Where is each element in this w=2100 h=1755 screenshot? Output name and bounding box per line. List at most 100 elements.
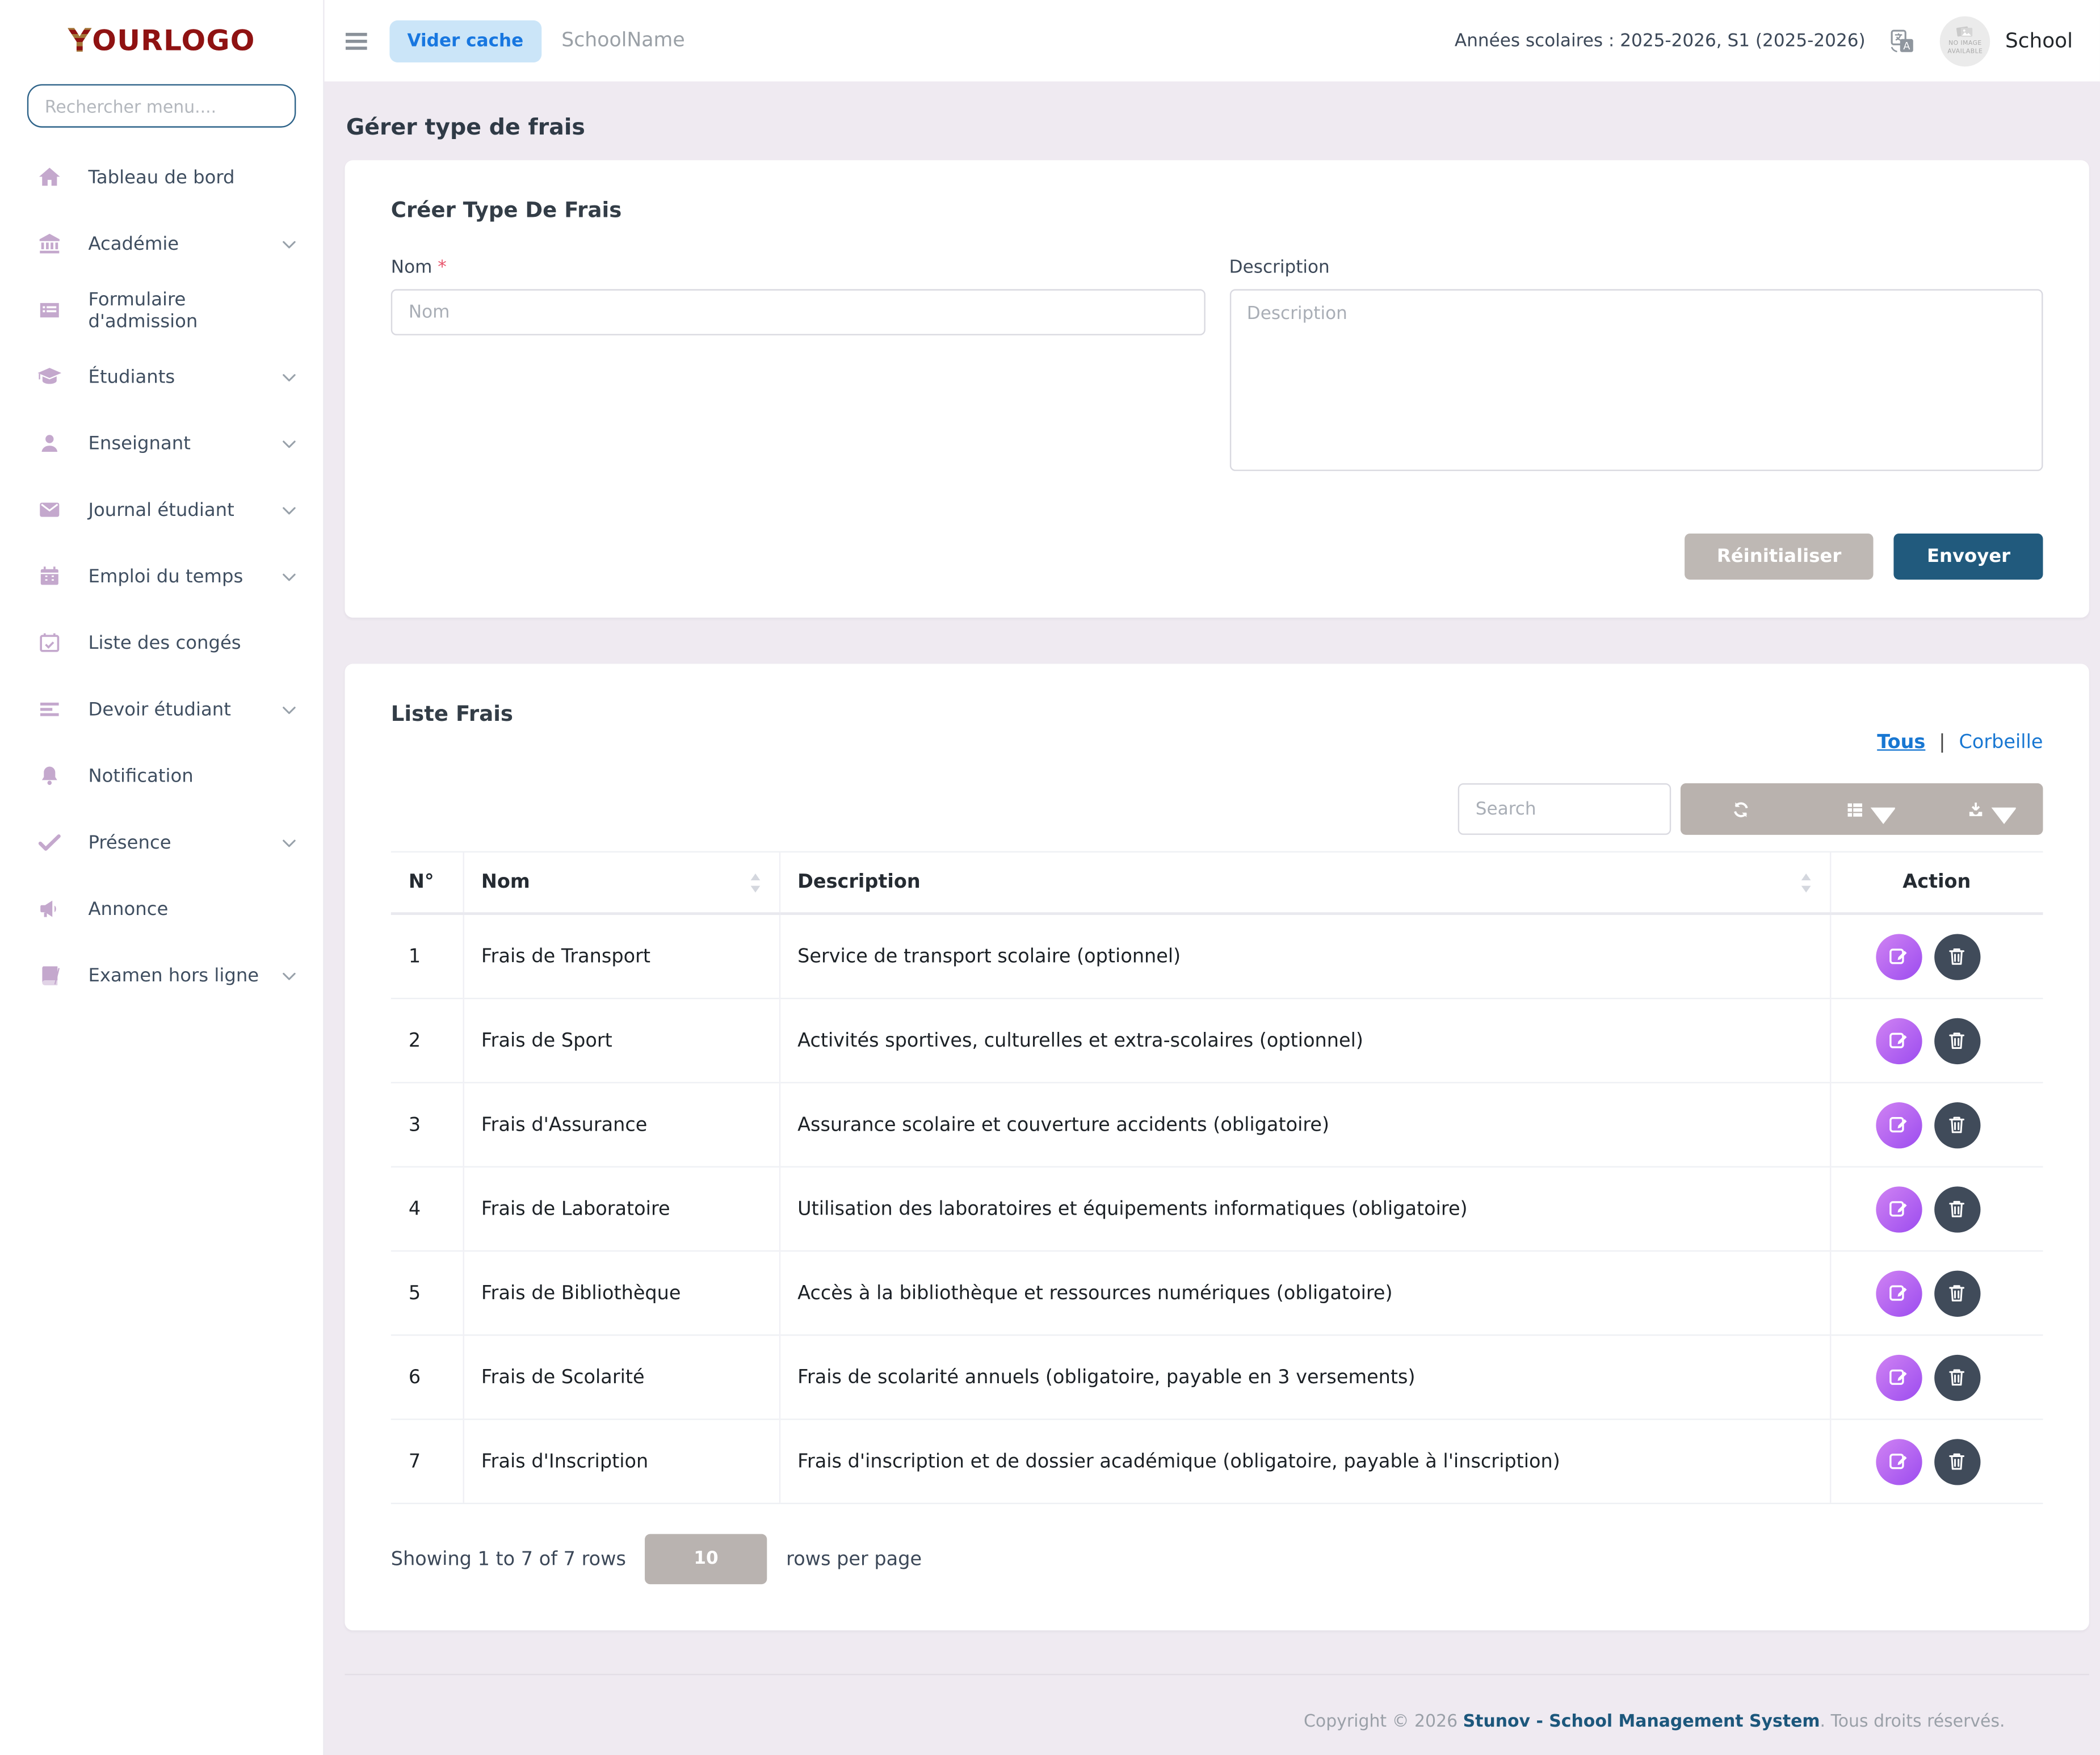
chevron-down-icon — [280, 500, 299, 519]
chevron-down-icon — [280, 700, 299, 719]
table-row: 1Frais de TransportService de transport … — [391, 914, 2043, 998]
column-header-nom[interactable]: Nom — [463, 852, 779, 914]
edit-icon — [1887, 1366, 1910, 1389]
trash-icon — [1945, 1113, 1968, 1136]
row-name: Frais d'Inscription — [463, 1420, 779, 1504]
row-number: 3 — [391, 1082, 463, 1166]
sidebar-item-label: Académie — [88, 233, 179, 254]
envelope-icon — [37, 497, 62, 522]
refresh-icon — [1731, 799, 1751, 820]
delete-button[interactable] — [1934, 1186, 1980, 1232]
table-row: 4Frais de LaboratoireUtilisation des lab… — [391, 1167, 2043, 1251]
name-input[interactable] — [391, 289, 1205, 335]
table-search-input[interactable] — [1458, 783, 1671, 835]
edit-button[interactable] — [1875, 1354, 1921, 1400]
columns-button[interactable] — [1801, 783, 1922, 835]
sidebar-item-devoir-etudiant[interactable]: Devoir étudiant — [0, 676, 323, 742]
refresh-button[interactable] — [1681, 783, 1801, 835]
sidebar-item-annonce[interactable]: Annonce — [0, 876, 323, 942]
submit-button[interactable]: Envoyer — [1895, 534, 2043, 580]
edit-button[interactable] — [1875, 933, 1921, 979]
rows-per-page-select[interactable]: 10 — [645, 1534, 767, 1584]
avatar[interactable]: NO IMAGE AVAILABLE — [1940, 16, 1990, 66]
graduation-cap-icon — [37, 364, 62, 389]
chevron-down-icon — [280, 367, 299, 386]
table-header-row: N° Nom Description Action — [391, 852, 2043, 914]
profile-label[interactable]: School — [2005, 28, 2073, 53]
copyright-text: Copyright © 2026 — [1304, 1711, 1463, 1731]
caret-down-icon — [1870, 804, 1880, 814]
hamburger-icon[interactable] — [342, 27, 371, 55]
sidebar-item-tableau-de-bord[interactable]: Tableau de bord — [0, 144, 323, 211]
sidebar-item-journal-etudiant[interactable]: Journal étudiant — [0, 476, 323, 543]
table-row: 6Frais de ScolaritéFrais de scolarité an… — [391, 1335, 2043, 1419]
row-description: Activités sportives, culturelles et extr… — [779, 998, 1830, 1082]
bell-icon — [37, 763, 62, 788]
column-header-description[interactable]: Description — [779, 852, 1830, 914]
logo-y-mark: Y — [68, 22, 93, 60]
delete-button[interactable] — [1934, 1018, 1980, 1064]
delete-button[interactable] — [1934, 1102, 1980, 1148]
sidebar: YOURLOGO Tableau de bord Académie Formulai… — [0, 0, 323, 1755]
edit-button[interactable] — [1875, 1270, 1921, 1316]
row-number: 4 — [391, 1167, 463, 1251]
row-name: Frais de Sport — [463, 998, 779, 1082]
filter-trash-link[interactable]: Corbeille — [1959, 732, 2043, 753]
sidebar-item-notification[interactable]: Notification — [0, 742, 323, 809]
table-row: 2Frais de SportActivités sportives, cult… — [391, 998, 2043, 1082]
sidebar-item-presence[interactable]: Présence — [0, 809, 323, 875]
row-number: 6 — [391, 1335, 463, 1419]
svg-text:A: A — [1904, 40, 1910, 52]
delete-button[interactable] — [1934, 1354, 1980, 1400]
description-input[interactable] — [1229, 289, 2043, 471]
row-description: Frais de scolarité annuels (obligatoire,… — [779, 1335, 1830, 1419]
sidebar-item-enseignant[interactable]: Enseignant — [0, 410, 323, 476]
filter-all-link[interactable]: Tous — [1877, 732, 1925, 753]
fees-table: N° Nom Description Action 1Frais de Tran… — [391, 851, 2043, 1504]
pagination-suffix-text: rows per page — [786, 1548, 922, 1570]
sidebar-item-academie[interactable]: Académie — [0, 211, 323, 277]
download-button[interactable] — [1922, 783, 2043, 835]
content: Gérer type de frais Créer Type De Frais … — [323, 82, 2100, 1755]
topbar-right: Années scolaires : 2025-2026, S1 (2025-2… — [1455, 16, 2073, 66]
sidebar-item-liste-des-conges[interactable]: Liste des congés — [0, 610, 323, 676]
sort-icon[interactable] — [749, 871, 761, 894]
sidebar-item-formulaire-d-admission[interactable]: Formulaire d'admission — [0, 277, 323, 343]
list-icon — [37, 696, 62, 722]
footer: Copyright © 2026 Stunov - School Managem… — [345, 1674, 2089, 1731]
edit-button[interactable] — [1875, 1018, 1921, 1064]
sidebar-item-etudiants[interactable]: Étudiants — [0, 343, 323, 410]
delete-button[interactable] — [1934, 933, 1980, 979]
sidebar-menu: Tableau de bord Académie Formulaire d'admi… — [0, 144, 323, 1009]
chevron-down-icon — [280, 434, 299, 452]
footer-brand-link[interactable]: Stunov - School Management System — [1463, 1711, 1820, 1731]
form-icon — [37, 297, 62, 323]
edit-button[interactable] — [1875, 1102, 1921, 1148]
sidebar-item-label: Présence — [88, 832, 171, 853]
table-row: 3Frais d'AssuranceAssurance scolaire et … — [391, 1082, 2043, 1166]
calendar-check-icon — [37, 630, 62, 656]
caret-down-icon — [1990, 804, 2000, 814]
pagination: Showing 1 to 7 of 7 rows 10 rows per pag… — [391, 1534, 2043, 1584]
sort-icon[interactable] — [1799, 871, 1812, 894]
person-icon — [37, 430, 62, 456]
delete-button[interactable] — [1934, 1270, 1980, 1316]
megaphone-icon — [37, 896, 62, 922]
row-description: Assurance scolaire et couverture acciden… — [779, 1082, 1830, 1166]
sidebar-item-label: Formulaire d'admission — [88, 288, 299, 332]
brand-logo[interactable]: YOURLOGO — [0, 0, 323, 82]
clear-cache-button[interactable]: Vider cache — [389, 20, 541, 62]
filter-separator: | — [1939, 732, 1945, 753]
delete-button[interactable] — [1934, 1438, 1980, 1484]
edit-button[interactable] — [1875, 1438, 1921, 1484]
sidebar-item-examen-hors-ligne[interactable]: Examen hors ligne — [0, 942, 323, 1009]
edit-icon — [1887, 1450, 1910, 1473]
reset-button[interactable]: Réinitialiser — [1685, 534, 1874, 580]
sidebar-search-input[interactable] — [27, 84, 296, 128]
translate-icon[interactable]: A — [1888, 27, 1917, 55]
sidebar-item-emploi-du-temps[interactable]: Emploi du temps — [0, 543, 323, 610]
bank-icon — [37, 231, 62, 257]
school-name-label: SchoolName — [561, 30, 684, 52]
edit-button[interactable] — [1875, 1186, 1921, 1232]
sidebar-item-label: Étudiants — [88, 366, 175, 388]
